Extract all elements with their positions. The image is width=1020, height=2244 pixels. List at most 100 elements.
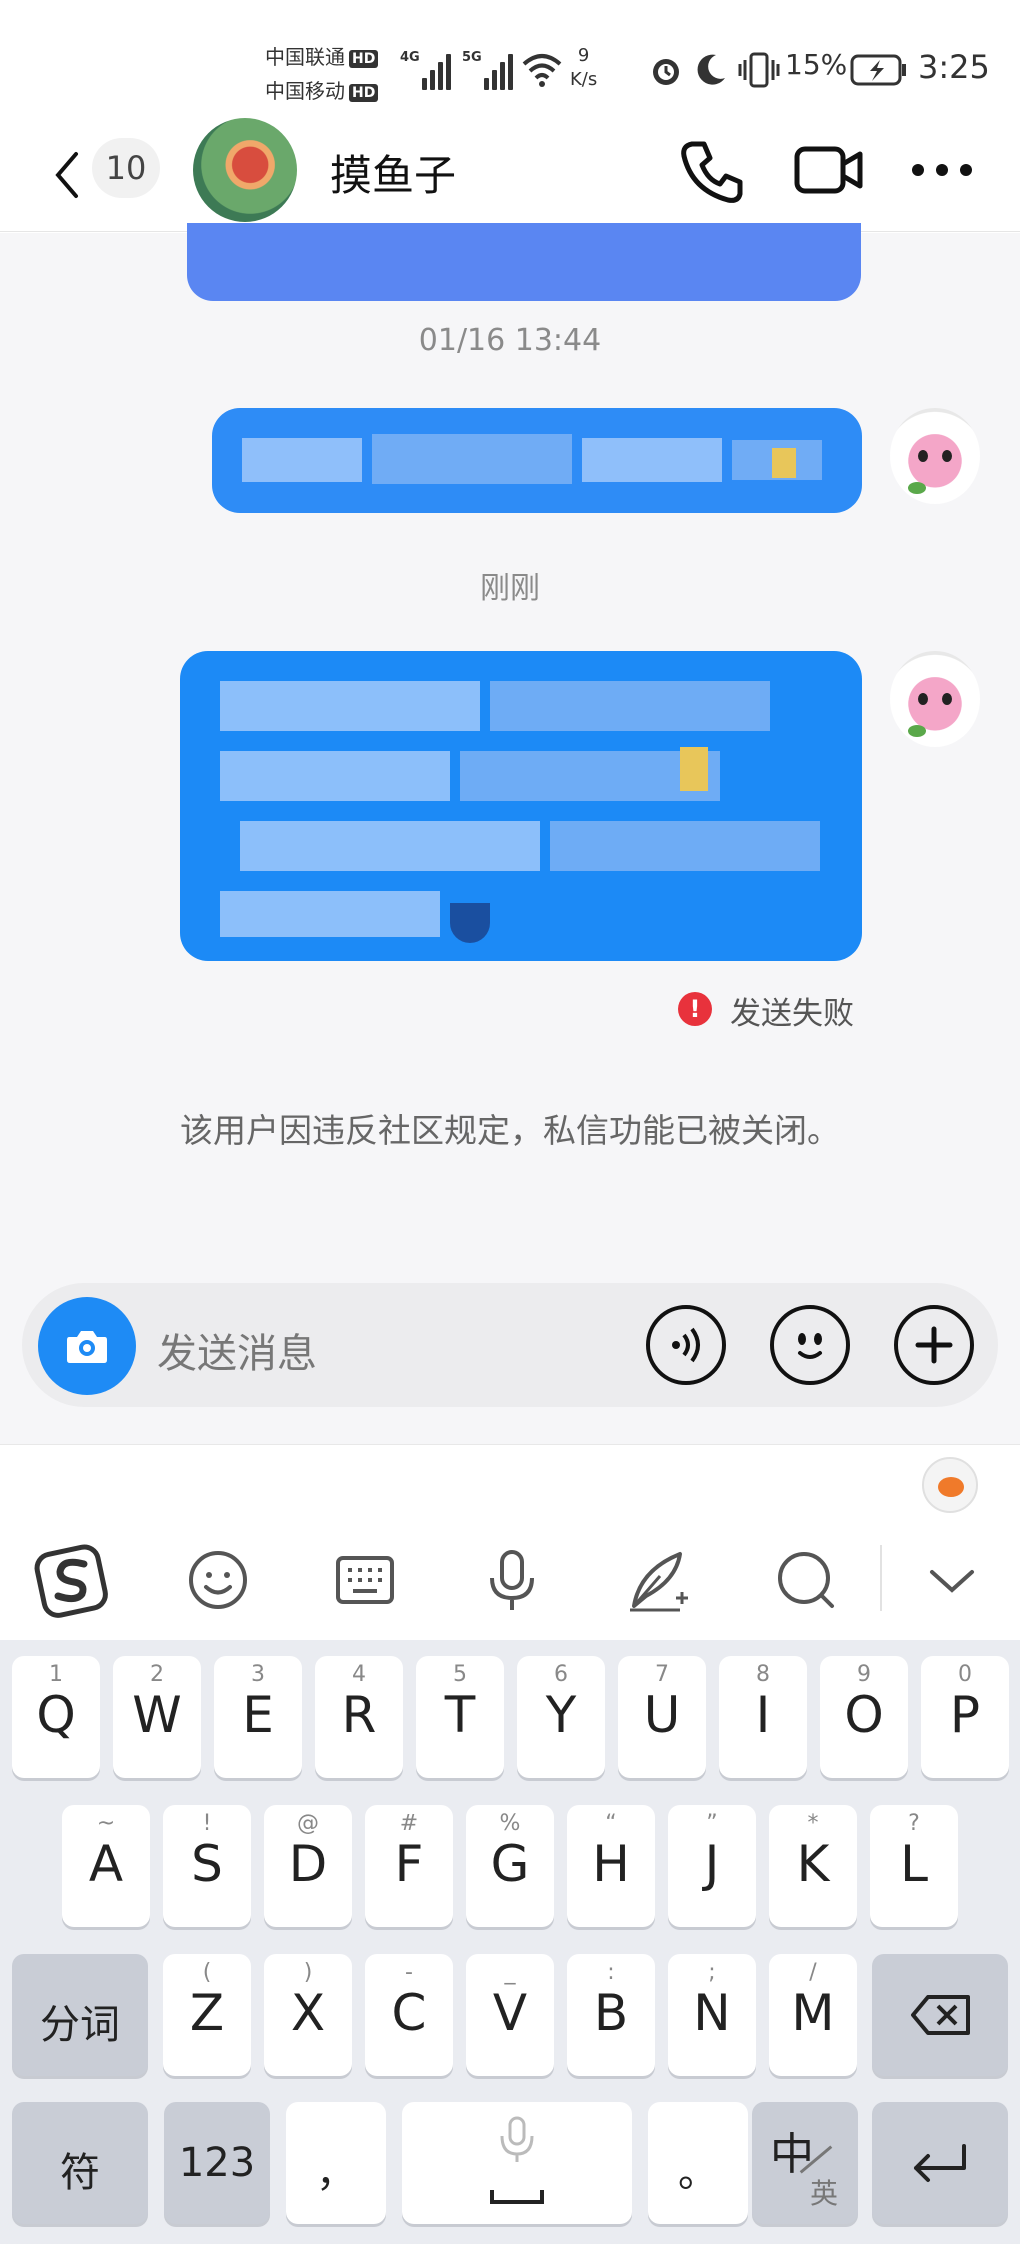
- carrier-1: 中国联通: [265, 45, 345, 69]
- key-w[interactable]: 2W: [113, 1656, 201, 1778]
- my-avatar[interactable]: [890, 408, 980, 504]
- video-call-icon[interactable]: [794, 144, 864, 196]
- emoji-keyboard-icon[interactable]: [178, 1540, 258, 1620]
- key-hint: 2: [150, 1662, 164, 1687]
- key-label: Q: [36, 1686, 76, 1744]
- toolbar-divider: [880, 1545, 882, 1611]
- key-g[interactable]: % G: [466, 1805, 554, 1927]
- key-label: X: [290, 1984, 326, 2042]
- key-hint: 4: [352, 1662, 366, 1687]
- my-avatar[interactable]: [890, 651, 980, 747]
- key-label: H: [592, 1835, 630, 1893]
- camera-button[interactable]: [38, 1297, 136, 1395]
- key-t[interactable]: 5T: [416, 1656, 504, 1778]
- back-arrow-icon[interactable]: [52, 150, 82, 200]
- key-h[interactable]: “H: [567, 1805, 655, 1927]
- enter-icon: [914, 2144, 966, 2182]
- key-p[interactable]: 0P: [921, 1656, 1009, 1778]
- voice-wave-icon: [672, 1327, 700, 1363]
- key-u[interactable]: 7U: [618, 1656, 706, 1778]
- key-hint: !: [202, 1811, 212, 1836]
- system-notice: 该用户因违反社区规定，私信功能已被关闭。: [180, 1111, 840, 1150]
- key-hint: -: [405, 1960, 413, 1985]
- key-hint: ?: [908, 1811, 920, 1836]
- key-hint: *: [807, 1811, 819, 1836]
- key-hint: 1: [49, 1662, 63, 1687]
- collapse-keyboard-icon[interactable]: [912, 1540, 992, 1620]
- key-label: B: [593, 1984, 629, 2042]
- key-n[interactable]: ; N: [668, 1954, 756, 2076]
- key-hint: /: [809, 1960, 817, 1985]
- key-q[interactable]: 1Q: [12, 1656, 100, 1778]
- key-hint: ;: [708, 1960, 716, 1985]
- key-label: Z: [189, 1984, 225, 2042]
- key-x[interactable]: ) X: [264, 1954, 352, 2076]
- message-bubble[interactable]: [180, 651, 862, 961]
- contact-avatar[interactable]: [193, 118, 297, 222]
- key-i[interactable]: 8I: [719, 1656, 807, 1778]
- key-f[interactable]: # F: [365, 1805, 453, 1927]
- space-mic-icon: [490, 2116, 544, 2204]
- battery-icon: [850, 54, 906, 86]
- search-icon[interactable]: [766, 1540, 846, 1620]
- key-o[interactable]: 9O: [820, 1656, 908, 1778]
- key-k[interactable]: * K: [769, 1805, 857, 1927]
- ime-mascot-icon[interactable]: [922, 1457, 978, 1513]
- key-label: J: [704, 1835, 720, 1893]
- key-e[interactable]: 3E: [214, 1656, 302, 1778]
- space-key[interactable]: [402, 2102, 632, 2224]
- contact-name[interactable]: 摸鱼子: [330, 142, 456, 203]
- unread-count-badge[interactable]: 10: [92, 138, 160, 198]
- key-c[interactable]: -C: [365, 1954, 453, 2076]
- key-label: E: [242, 1686, 274, 1744]
- key-label: K: [796, 1835, 830, 1893]
- key-label: N: [693, 1984, 731, 2042]
- key-hint: “: [605, 1811, 617, 1836]
- key-v[interactable]: _ V: [466, 1954, 554, 2076]
- key-label: U: [643, 1686, 681, 1744]
- key-b[interactable]: :B: [567, 1954, 655, 2076]
- message-input[interactable]: 发送消息: [157, 1321, 317, 1379]
- signal-icon: 4G: [400, 50, 456, 90]
- key-a[interactable]: ~ A: [62, 1805, 150, 1927]
- period-key[interactable]: 。: [648, 2102, 748, 2224]
- key-label: O: [844, 1686, 884, 1744]
- message-bubble[interactable]: [187, 223, 861, 301]
- language-switch-key[interactable]: 中 英: [752, 2102, 858, 2224]
- keyboard-layout-icon[interactable]: [325, 1540, 405, 1620]
- more-attachments-button[interactable]: [894, 1305, 974, 1385]
- number-key[interactable]: 123: [164, 2102, 270, 2224]
- alarm-icon: [653, 59, 679, 85]
- key-label: G: [490, 1835, 530, 1893]
- symbol-key[interactable]: 符: [12, 2102, 148, 2224]
- segment-key[interactable]: 分词: [12, 1954, 148, 2076]
- backspace-key[interactable]: [872, 1954, 1008, 2076]
- ime-toolbar: [0, 1445, 1020, 1640]
- key-label: L: [900, 1835, 928, 1893]
- phone-call-icon[interactable]: [678, 138, 746, 206]
- key-j[interactable]: ” J: [668, 1805, 756, 1927]
- key-z[interactable]: (Z: [163, 1954, 251, 2076]
- key-m[interactable]: / M: [769, 1954, 857, 2076]
- microphone-icon[interactable]: [472, 1540, 552, 1620]
- enter-key[interactable]: [872, 2102, 1008, 2224]
- more-options-icon[interactable]: [910, 160, 974, 180]
- key-r[interactable]: 4R: [315, 1656, 403, 1778]
- handwriting-pen-icon[interactable]: [620, 1540, 700, 1620]
- comma-key[interactable]: ，: [286, 2102, 386, 2224]
- message-bubble[interactable]: [212, 408, 862, 513]
- key-label: F: [394, 1835, 424, 1893]
- key-s[interactable]: ! S: [163, 1805, 251, 1927]
- key-y[interactable]: 6Y: [517, 1656, 605, 1778]
- key-label: R: [341, 1686, 377, 1744]
- key-label: P: [949, 1686, 981, 1744]
- key-hint: #: [399, 1811, 419, 1836]
- voice-message-button[interactable]: [646, 1305, 726, 1385]
- chat-area[interactable]: 01/16 13:44 刚刚 ! 发送失败 该用户因违反社区规定，私信功能已被关…: [0, 223, 1020, 1273]
- carrier-info: 中国联通 HD 中国移动 HD: [265, 40, 379, 108]
- key-l[interactable]: ? L: [870, 1805, 958, 1927]
- emoji-button[interactable]: [770, 1305, 850, 1385]
- key-hint: _: [504, 1960, 516, 1985]
- key-d[interactable]: @ D: [264, 1805, 352, 1927]
- sogou-logo-icon[interactable]: [32, 1540, 112, 1620]
